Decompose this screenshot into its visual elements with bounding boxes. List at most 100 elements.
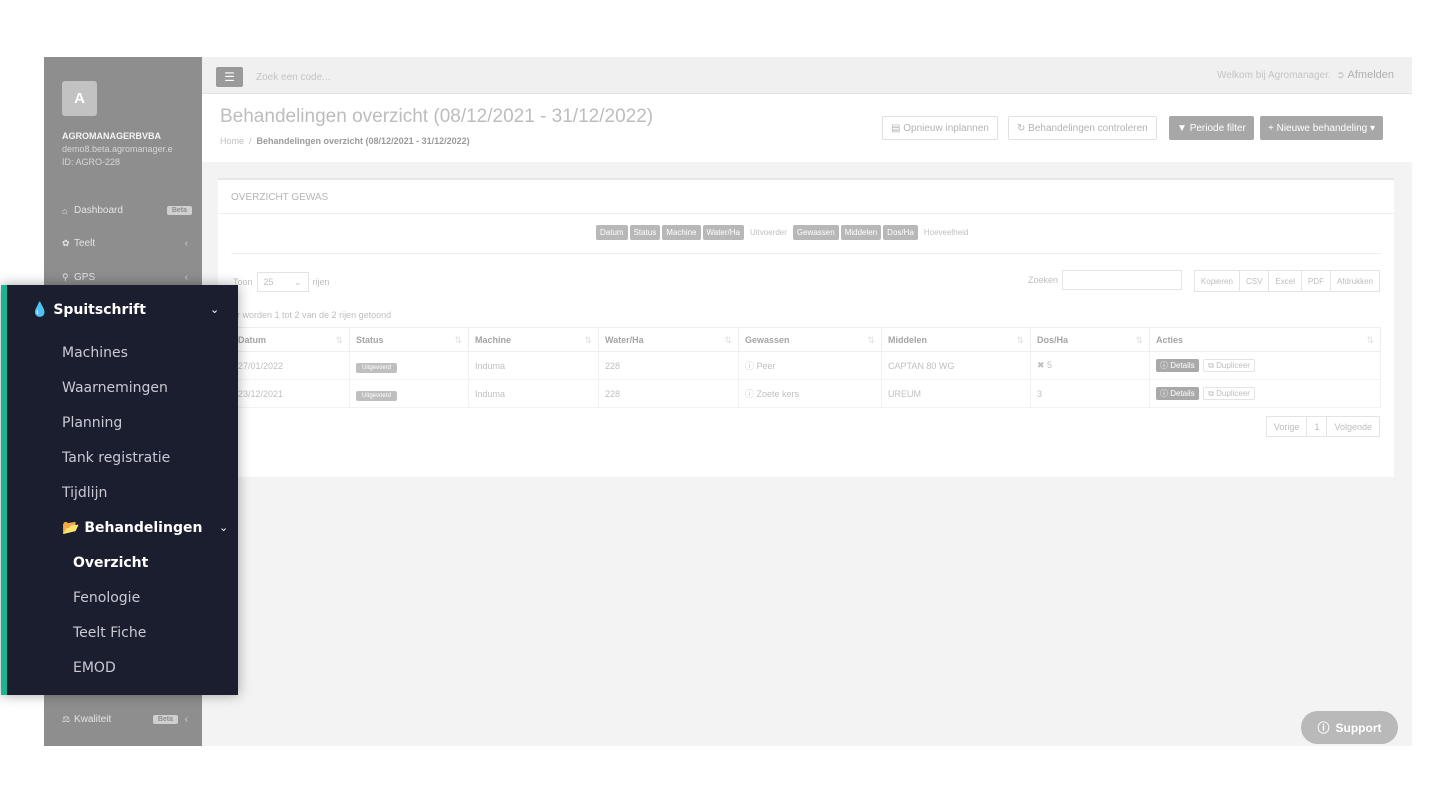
- menu-item-tank-registratie[interactable]: Tank registratie: [62, 450, 170, 466]
- submenu-item-overzicht[interactable]: Overzicht: [73, 555, 148, 571]
- sort-icon: ⇅: [584, 334, 592, 345]
- menu-section-spuitschrift[interactable]: 💧 Spuitschrift: [31, 302, 146, 318]
- period-filter-button[interactable]: ▼ Periode filter: [1169, 116, 1254, 140]
- search-label: Zoeken: [1028, 275, 1059, 285]
- sidebar-item-label: Dashboard: [74, 205, 123, 216]
- book-icon: ▤: [891, 122, 904, 134]
- cell-machine: Induma: [468, 351, 599, 380]
- csv-button[interactable]: CSV: [1238, 270, 1270, 292]
- column-toggle[interactable]: Dos/Ha: [883, 225, 918, 240]
- company-name: AGROMANAGERBVBA: [62, 131, 161, 141]
- sidebar-item-kwaliteit[interactable]: ⚖ Kwaliteit Beta ‹: [62, 714, 192, 725]
- sort-icon: ⇅: [335, 334, 343, 345]
- sign-out-icon: ➲: [1336, 70, 1345, 81]
- sidebar-item-dashboard[interactable]: ⌂ Dashboard Beta: [62, 205, 192, 216]
- column-toggle[interactable]: Datum: [596, 225, 628, 240]
- column-header-middelen[interactable]: Middelen ⇅: [881, 327, 1031, 352]
- question-circle-icon: ⓘ: [1317, 721, 1330, 735]
- column-header-water[interactable]: Water/Ha ⇅: [598, 327, 739, 352]
- column-toggle[interactable]: Machine: [662, 225, 701, 240]
- duplicate-button[interactable]: ⧉ Dupliceer: [1203, 359, 1255, 372]
- check-treatments-button[interactable]: ↻ Behandelingen controleren: [1008, 116, 1157, 140]
- menu-item-waarnemingen[interactable]: Waarnemingen: [62, 380, 168, 396]
- previous-page-button[interactable]: Vorige: [1265, 416, 1308, 437]
- cell-gewas: ⓘ Zoete kers: [738, 379, 882, 408]
- submenu-item-fenologie[interactable]: Fenologie: [73, 590, 140, 606]
- info-icon: ⓘ: [745, 361, 757, 371]
- table-search-input[interactable]: [1062, 270, 1183, 290]
- menu-item-tijdlijn[interactable]: Tijdlijn: [62, 485, 107, 501]
- dose-value: 5: [1047, 360, 1053, 370]
- rows-label: rijen: [312, 277, 330, 287]
- column-header-machine[interactable]: Machine ⇅: [468, 327, 599, 352]
- pagination: Vorige 1 Volgende: [1265, 416, 1380, 437]
- search-input[interactable]: Zoek een code...: [256, 72, 331, 83]
- cell-water: 228: [598, 351, 739, 380]
- cell-gewas: ⓘ Peer: [738, 351, 882, 380]
- button-label: Opnieuw inplannen: [903, 122, 989, 134]
- column-header-gewassen[interactable]: Gewassen ⇅: [738, 327, 882, 352]
- column-toggle[interactable]: Middelen: [840, 225, 882, 240]
- column-toggle[interactable]: Gewassen: [792, 225, 839, 240]
- page-length-control: Toon 25 ⌄ rijen: [233, 272, 330, 292]
- reschedule-button[interactable]: ▤ Opnieuw inplannen: [882, 116, 998, 140]
- info-icon: ⓘ: [1160, 361, 1171, 370]
- pdf-button[interactable]: PDF: [1300, 270, 1331, 292]
- menu-item-planning[interactable]: Planning: [62, 415, 122, 431]
- sort-icon: ⇅: [1016, 334, 1024, 345]
- sidebar-item-gps[interactable]: ⚲ GPS ‹: [62, 272, 192, 283]
- column-toggle[interactable]: Status: [629, 225, 661, 240]
- next-page-button[interactable]: Volgende: [1326, 416, 1380, 437]
- chevron-left-icon: ‹: [184, 272, 188, 283]
- cell-actions: ⓘ Details ⧉ Dupliceer: [1149, 379, 1381, 408]
- column-toggle[interactable]: Uitvoerder: [746, 225, 791, 240]
- cell-status: Uitgevoerd: [349, 379, 469, 408]
- page-number-button[interactable]: 1: [1306, 416, 1328, 437]
- leaf-icon: ✿: [62, 238, 70, 248]
- sort-icon: ⇅: [454, 334, 462, 345]
- table-row: 23/12/2021 Uitgevoerd Induma 228 ⓘ Zoete…: [231, 379, 1381, 408]
- avatar[interactable]: A: [62, 81, 97, 116]
- sidebar-item-label: Teelt: [74, 238, 96, 249]
- home-icon: ⌂: [62, 205, 68, 216]
- welcome-area: Welkom bij Agromanager. ➲ Afmelden: [1217, 69, 1394, 81]
- menu-section-label: Spuitschrift: [53, 302, 146, 318]
- duplicate-button[interactable]: ⧉ Dupliceer: [1203, 387, 1255, 400]
- logout-link[interactable]: Afmelden: [1348, 69, 1394, 81]
- button-label: + Nieuwe behandeling: [1268, 122, 1368, 134]
- hamburger-icon: ☰: [224, 70, 235, 84]
- menu-toggle-button[interactable]: ☰: [216, 67, 243, 87]
- support-button[interactable]: ⓘ Support: [1301, 711, 1398, 744]
- column-header-acties[interactable]: Acties ⇅: [1149, 327, 1381, 352]
- details-button[interactable]: ⓘ Details: [1156, 387, 1199, 400]
- menu-item-machines[interactable]: Machines: [62, 345, 128, 361]
- cell-dos: 3: [1030, 379, 1150, 408]
- column-header-status[interactable]: Status ⇅: [349, 327, 469, 352]
- details-button[interactable]: ⓘ Details: [1156, 359, 1199, 372]
- menu-item-behandelingen[interactable]: 📂 Behandelingen: [62, 520, 202, 536]
- cell-status: Uitgevoerd: [349, 351, 469, 380]
- breadcrumb-home[interactable]: Home: [220, 136, 244, 146]
- submenu-item-teelt-fiche[interactable]: Teelt Fiche: [73, 625, 146, 641]
- cell-middel: UREUM: [881, 379, 1031, 408]
- info-icon: ⓘ: [1160, 389, 1171, 398]
- column-header-datum[interactable]: Datum ⇅: [231, 327, 350, 352]
- column-toggles: Datum Status Machine Water/Ha Uitvoerder…: [596, 225, 973, 240]
- copy-button[interactable]: Kopieren: [1193, 270, 1240, 292]
- divider: [218, 213, 1394, 214]
- new-treatment-button[interactable]: + Nieuwe behandeling ▾: [1260, 116, 1384, 140]
- print-button[interactable]: Afdrukken: [1329, 270, 1380, 292]
- excel-button[interactable]: Excel: [1268, 270, 1302, 292]
- sidebar-item-teelt[interactable]: ✿ Teelt ‹: [62, 238, 192, 249]
- welcome-text: Welkom bij Agromanager.: [1217, 70, 1331, 81]
- column-header-dos[interactable]: Dos/Ha ⇅: [1030, 327, 1150, 352]
- topbar: ☰ Zoek een code... Welkom bij Agromanage…: [202, 57, 1412, 94]
- table-row: 27/01/2022 Uitgevoerd Induma 228 ⓘ Peer …: [231, 351, 1381, 380]
- treatments-table: Datum ⇅ Status ⇅ Machine ⇅ Water/Ha ⇅ Gewass…: [231, 327, 1381, 408]
- table-info: Er worden 1 tot 2 van de 2 rijen getoond: [231, 310, 392, 320]
- column-toggle[interactable]: Water/Ha: [702, 225, 744, 240]
- page-length-select[interactable]: 25 ⌄: [256, 272, 309, 292]
- balance-scale-icon: ⚖: [62, 714, 71, 724]
- submenu-item-emod[interactable]: EMOD: [73, 660, 116, 676]
- column-toggle[interactable]: Hoeveelheid: [919, 225, 973, 240]
